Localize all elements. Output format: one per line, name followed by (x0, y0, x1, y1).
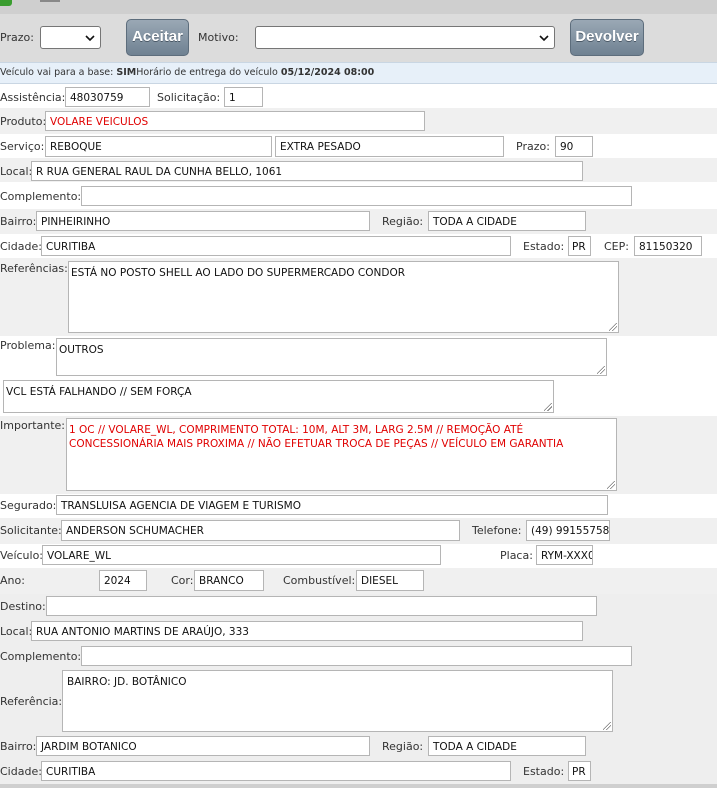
problema-textarea[interactable]: OUTROS (56, 338, 607, 376)
motivo-select[interactable] (255, 26, 555, 49)
cor-field[interactable]: BRANCO (194, 570, 264, 591)
horario-value: 05/12/2024 08:00 (280, 67, 375, 78)
title-remnant (40, 0, 60, 2)
base-value: SIM (116, 67, 137, 78)
resize-grip-icon[interactable] (603, 722, 611, 730)
bottom-edge (0, 784, 717, 788)
destino-bairro-label: Bairro: (0, 740, 37, 753)
importante-textarea[interactable]: 1 OC // VOLARE_WL, COMPRIMENTO TOTAL: 10… (66, 418, 617, 491)
segurado-field[interactable]: TRANSLUISA AGENCIA DE VIAGEM E TURISMO (56, 495, 608, 515)
bairro-field[interactable]: PINHEIRINHO (36, 211, 370, 231)
combustivel-label: Combustível: (283, 574, 356, 587)
destino-cidade-label: Cidade: (0, 765, 42, 778)
cidade-field[interactable]: CURITIBA (41, 236, 511, 256)
problema-label: Problema: (0, 339, 56, 352)
servico-label: Serviço: (0, 140, 45, 153)
chevron-down-icon (539, 35, 549, 42)
regiao-field[interactable]: TODA A CIDADE (428, 211, 586, 231)
assistencia-label: Assistência: (0, 91, 66, 104)
combustivel-field[interactable]: DIESEL (356, 570, 424, 591)
cep-field[interactable]: 81150320 (634, 236, 702, 256)
destino-cidade-field[interactable]: CURITIBA (41, 761, 511, 781)
referencias-label: Referências: (0, 262, 68, 275)
assistencia-field[interactable]: 48030759 (65, 87, 150, 107)
complemento-field[interactable] (81, 186, 632, 206)
solicitacao-field[interactable]: 1 (224, 87, 263, 107)
estado-label: Estado: (523, 240, 565, 253)
telefone-label: Telefone: (472, 524, 522, 537)
destino-local-field[interactable]: RUA ANTONIO MARTINS DE ARAÚJO, 333 (31, 621, 583, 641)
destino-label: Destino: (0, 600, 46, 613)
importante-label: Importante: (0, 419, 66, 432)
cep-label: CEP: (604, 240, 629, 253)
referencias-textarea[interactable]: ESTÁ NO POSTO SHELL AO LADO DO SUPERMERC… (68, 261, 619, 333)
servico-tipo-field[interactable]: EXTRA PESADO (275, 136, 504, 157)
ano-label: Ano: (0, 574, 25, 587)
destino-complemento-label: Complemento: (0, 650, 82, 663)
destino-estado-label: Estado: (523, 765, 565, 778)
destino-field[interactable] (46, 596, 597, 616)
local-field[interactable]: R RUA GENERAL RAUL DA CUNHA BELLO, 1061 (31, 161, 583, 181)
ano-field[interactable]: 2024 (99, 570, 147, 591)
app-icon (0, 0, 12, 6)
segurado-label: Segurado: (0, 499, 57, 512)
telefone-field[interactable]: (49) 99155758 (526, 520, 610, 541)
prazo-select-label: Prazo: (0, 31, 34, 44)
regiao-label: Região: (382, 215, 424, 228)
produto-label: Produto: (0, 115, 47, 128)
resize-grip-icon[interactable] (609, 323, 617, 331)
referencias-text: ESTÁ NO POSTO SHELL AO LADO DO SUPERMERC… (71, 267, 406, 279)
chevron-down-icon (85, 35, 95, 42)
bairro-label: Bairro: (0, 215, 37, 228)
placa-field[interactable]: RYM-XXX0 (536, 545, 593, 565)
destino-local-label: Local: (0, 625, 33, 638)
resize-grip-icon[interactable] (597, 366, 605, 374)
resize-grip-icon[interactable] (607, 481, 615, 489)
complemento-label: Complemento: (0, 190, 82, 203)
problema-desc-textarea[interactable]: VCL ESTÁ FALHANDO // SEM FORÇA (3, 380, 554, 413)
prazo-select[interactable] (40, 26, 101, 49)
destino-referencia-textarea[interactable]: BAIRRO: JD. BOTÂNICO (62, 670, 613, 732)
resize-grip-icon[interactable] (544, 403, 552, 411)
destino-referencia-label: Referência: (0, 695, 63, 708)
estado-field[interactable]: PR (568, 236, 591, 256)
destino-estado-field[interactable]: PR (568, 761, 591, 781)
veiculo-label: Veículo: (0, 549, 44, 562)
solicitacao-label: Solicitação: (157, 91, 221, 104)
local-label: Local: (0, 165, 33, 178)
devolver-button[interactable]: Devolver (570, 19, 644, 56)
placa-label: Placa: (500, 549, 533, 562)
prazo-label: Prazo: (516, 140, 550, 153)
solicitante-label: Solicitante: (0, 524, 62, 537)
destino-complemento-field[interactable] (81, 646, 632, 666)
info-line: Veículo vai para a base: SIMHorário de e… (0, 66, 374, 80)
importante-text: 1 OC // VOLARE_WL, COMPRIMENTO TOTAL: 10… (69, 424, 564, 450)
destino-regiao-field[interactable]: TODA A CIDADE (428, 736, 586, 756)
window-top-bar (0, 0, 717, 14)
servico-field[interactable]: REBOQUE (45, 136, 272, 157)
cidade-label: Cidade: (0, 240, 42, 253)
solicitante-field[interactable]: ANDERSON SCHUMACHER (61, 520, 460, 541)
produto-field[interactable]: VOLARE VEICULOS (45, 111, 425, 131)
destino-regiao-label: Região: (382, 740, 424, 753)
base-text: Veículo vai para a base: (0, 67, 114, 78)
problema-desc-text: VCL ESTÁ FALHANDO // SEM FORÇA (6, 386, 192, 398)
destino-bairro-field[interactable]: JARDIM BOTANICO (36, 736, 370, 756)
destino-referencia-text: BAIRRO: JD. BOTÂNICO (67, 676, 187, 688)
motivo-select-label: Motivo: (198, 31, 239, 44)
cor-label: Cor: (171, 574, 194, 587)
problema-text: OUTROS (59, 344, 104, 356)
prazo-field[interactable]: 90 (555, 136, 593, 157)
horario-text: Horário de entrega do veículo (136, 67, 278, 78)
aceitar-button[interactable]: Aceitar (126, 19, 189, 56)
veiculo-field[interactable]: VOLARE_WL (42, 545, 441, 565)
